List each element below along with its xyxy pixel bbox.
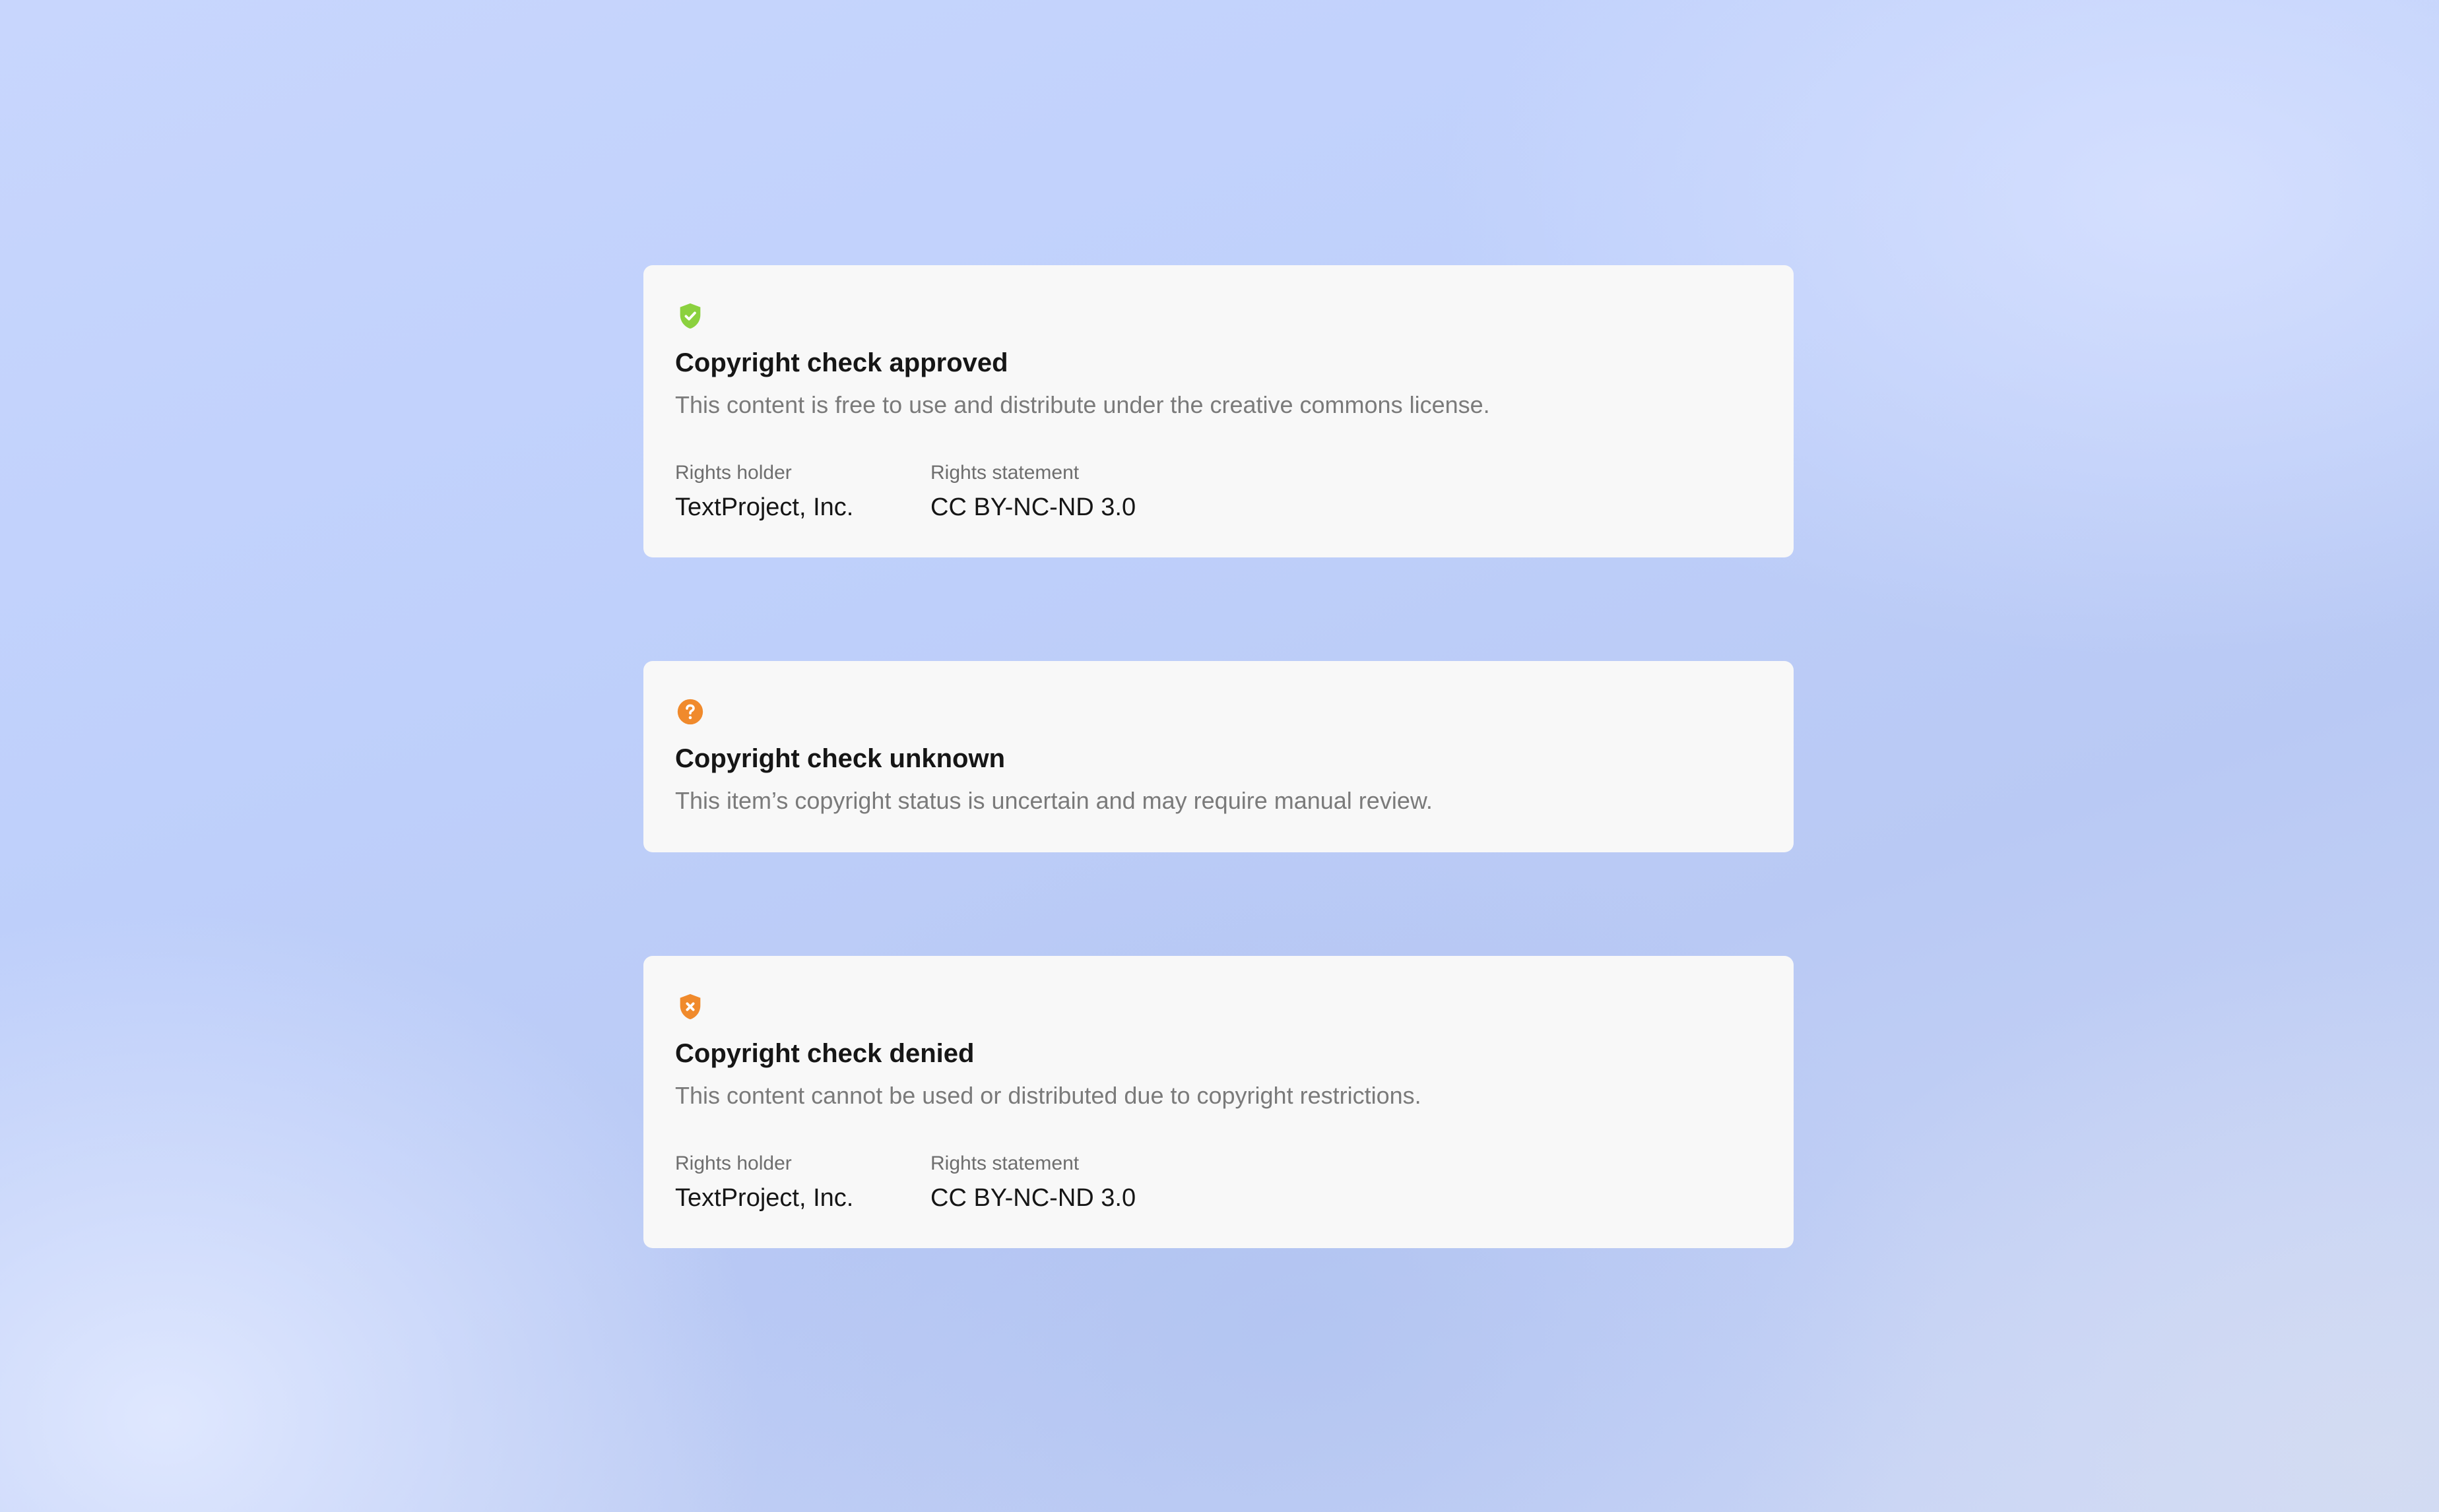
card-description: This item’s copyright status is uncertai… bbox=[675, 787, 1433, 814]
rights-holder-label: Rights holder bbox=[675, 1152, 792, 1174]
copyright-denied-card: Copyright check denied This content cann… bbox=[643, 956, 1794, 1248]
rights-holder-value: TextProject, Inc. bbox=[675, 493, 854, 521]
rights-holder-label: Rights holder bbox=[675, 462, 792, 484]
rights-statement-label: Rights statement bbox=[930, 462, 1080, 484]
card-title: Copyright check denied bbox=[675, 1039, 975, 1068]
copyright-approved-card: Copyright check approved This content is… bbox=[643, 265, 1794, 557]
rights-statement-value: CC BY-NC-ND 3.0 bbox=[930, 493, 1136, 521]
copyright-unknown-card: Copyright check unknown This item’s copy… bbox=[643, 661, 1794, 852]
card-title: Copyright check unknown bbox=[675, 744, 1006, 773]
card-description: This content cannot be used or distribut… bbox=[675, 1082, 1421, 1109]
rights-statement-label: Rights statement bbox=[930, 1152, 1080, 1174]
card-description: This content is free to use and distribu… bbox=[675, 391, 1490, 418]
shield-check-icon bbox=[675, 301, 705, 331]
question-circle-icon bbox=[675, 697, 705, 727]
card-title: Copyright check approved bbox=[675, 348, 1008, 377]
rights-holder-value: TextProject, Inc. bbox=[675, 1184, 854, 1212]
rights-statement-value: CC BY-NC-ND 3.0 bbox=[930, 1184, 1136, 1212]
shield-x-icon bbox=[675, 992, 705, 1022]
